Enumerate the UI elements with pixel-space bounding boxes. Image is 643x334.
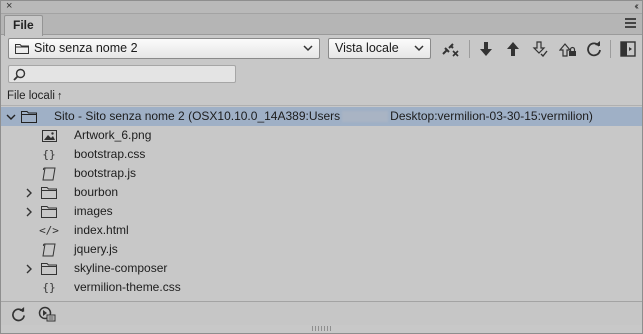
tree-item-label: index.html [74,223,129,237]
folder-icon [41,261,57,276]
site-folder-icon [21,111,37,123]
chevron-down-icon [303,45,313,52]
tree-item[interactable]: </> index.html [1,221,642,240]
css-icon: {} [42,148,56,161]
expand-icon [620,41,636,57]
check-out-icon [532,41,548,57]
view-select[interactable]: Vista locale [328,38,431,59]
tree-item[interactable]: {} vermilion-theme.css [1,278,642,297]
panel-titlebar: × ‹‹ [1,0,642,14]
sort-arrow-icon[interactable]: ↑ [57,90,63,102]
tree-item[interactable]: Artwork_6.png [1,126,642,145]
refresh-icon [587,41,601,57]
hamburger-menu-icon[interactable] [625,18,636,28]
column-header-local-files[interactable]: File locali ↑ [1,87,642,106]
refresh-icon [11,306,25,321]
tree-item-label: skyline-composer [74,261,168,275]
close-icon[interactable]: × [6,0,12,13]
expand-button[interactable] [618,39,638,59]
refresh-button[interactable] [584,39,604,59]
html-icon: </> [39,224,59,237]
tree-root-site[interactable]: Sito - Sito senza nome 2 (OSX10.10.0_14A… [1,107,642,126]
search-input[interactable] [8,65,236,83]
resize-grip[interactable] [312,326,332,331]
check-in-button[interactable] [558,39,578,59]
toolbar-divider [469,40,470,58]
column-header-label: File locali [7,90,55,102]
search-icon [13,68,26,81]
tree-item-label: vermilion-theme.css [74,280,181,294]
tree-item[interactable]: bootstrap.js [1,164,642,183]
put-button[interactable] [503,39,523,59]
tree-item[interactable]: {} bootstrap.css [1,145,642,164]
tree-item-label: images [74,204,113,218]
toolbar-divider [610,40,611,58]
tree-root-label: Sito - Sito senza nome 2 (OSX10.10.0_14A… [54,109,593,123]
chevron-down-icon[interactable] [6,112,16,122]
log-icon [38,306,56,321]
tree-item-label: bootstrap.js [74,166,137,180]
log-button[interactable] [38,305,56,323]
files-panel: × ‹‹ File Sito senza nome 2 Vista locale [0,0,643,334]
tree-item[interactable]: skyline-composer [1,259,642,278]
view-select-value: Vista locale [335,41,399,55]
chevron-right-icon[interactable] [24,207,34,217]
css-icon: {} [42,281,56,294]
connect-icon [442,43,459,57]
put-icon [507,42,519,56]
collapse-icon[interactable]: ‹‹ [634,0,638,13]
get-button[interactable] [476,39,496,59]
tree-item[interactable]: bourbon [1,183,642,202]
tree-item-label: Artwork_6.png [74,128,152,142]
image-icon [41,128,57,143]
site-select[interactable]: Sito senza nome 2 [8,38,320,59]
tree-item-label: bootstrap.css [74,147,146,161]
chevron-down-icon [414,45,424,52]
redacted-username [342,111,389,123]
tree-item[interactable]: jquery.js [1,240,642,259]
folder-icon [15,44,29,54]
files-toolbar: Sito senza nome 2 Vista locale [1,36,642,63]
check-out-button[interactable] [530,39,550,59]
site-select-value: Sito senza nome 2 [34,41,138,55]
get-icon [480,42,492,56]
file-tree: Sito - Sito senza nome 2 (OSX10.10.0_14A… [1,107,642,299]
script-icon [41,166,57,181]
bottom-bar [1,301,642,325]
connect-button[interactable] [440,39,460,59]
chevron-right-icon[interactable] [24,264,34,274]
tree-item-label: bourbon [74,185,119,199]
folder-icon [41,185,57,200]
tab-row: File [1,14,642,36]
tab-file[interactable]: File [4,15,43,36]
check-in-icon [559,43,576,57]
tree-item-label: jquery.js [74,242,118,256]
folder-icon [41,204,57,219]
refresh-button[interactable] [9,305,27,323]
script-icon [41,242,57,257]
tree-item[interactable]: images [1,202,642,221]
chevron-right-icon[interactable] [24,188,34,198]
